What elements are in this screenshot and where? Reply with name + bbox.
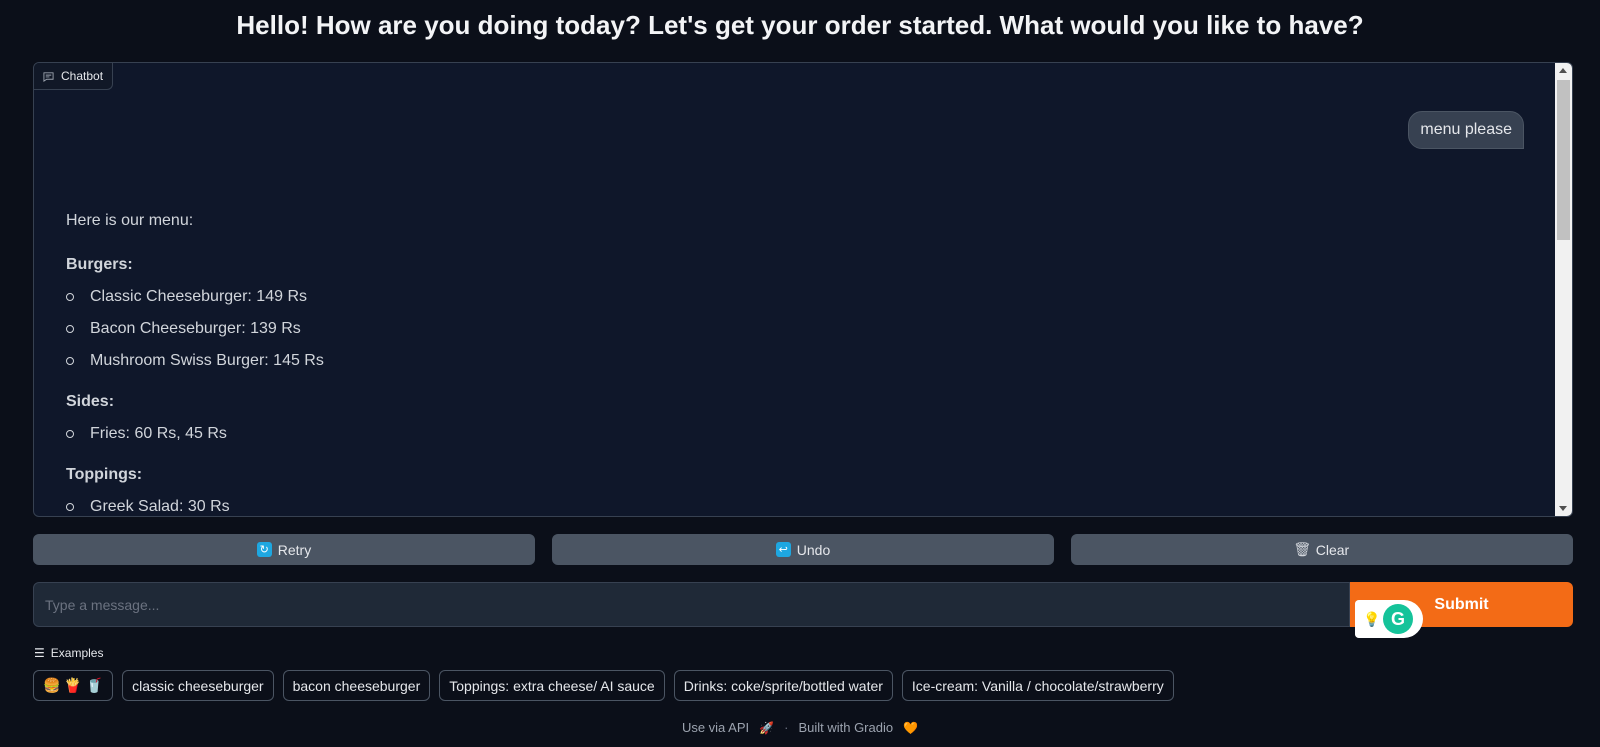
- list-item: Classic Cheeseburger: 149 Rs: [66, 287, 1466, 307]
- user-message: menu please: [1408, 111, 1524, 149]
- example-chip[interactable]: Drinks: coke/sprite/bottled water: [673, 670, 893, 701]
- grammarly-icon[interactable]: G: [1383, 604, 1413, 634]
- action-buttons: ↻ Retry ↩ Undo 🗑 Clear: [33, 534, 1573, 565]
- message-input-row: Submit: [33, 582, 1573, 627]
- toppings-list: Greek Salad: 30 Rs: [66, 497, 1466, 516]
- example-chip[interactable]: bacon cheeseburger: [282, 670, 431, 701]
- sides-list: Fries: 60 Rs, 45 Rs: [66, 424, 1466, 444]
- scrollbar-thumb[interactable]: [1557, 80, 1570, 240]
- examples-list: 🍔 🍟 🥤 classic cheeseburger bacon cheeseb…: [33, 670, 1174, 701]
- page-title: Hello! How are you doing today? Let's ge…: [236, 10, 1364, 40]
- section-title-sides: Sides:: [66, 393, 115, 410]
- chatbot-label-text: Chatbot: [61, 69, 104, 83]
- trash-icon: 🗑: [1293, 541, 1312, 557]
- scroll-up-arrow-icon[interactable]: [1559, 68, 1567, 73]
- footer-separator: ·: [784, 720, 789, 735]
- lightbulb-icon[interactable]: 💡: [1363, 612, 1380, 626]
- bot-message: Here is our menu: Burgers: Classic Chees…: [66, 211, 1466, 516]
- chatbot-panel: Chatbot menu please Here is our menu: Bu…: [33, 62, 1573, 517]
- rocket-icon: 🚀: [759, 720, 775, 735]
- retry-icon: ↻: [256, 542, 272, 557]
- scroll-down-arrow-icon[interactable]: [1559, 506, 1567, 511]
- use-api-link[interactable]: Use via API: [682, 720, 749, 735]
- section-title-toppings: Toppings:: [66, 466, 143, 483]
- list-icon: ☰: [34, 646, 45, 660]
- bot-intro: Here is our menu:: [66, 212, 194, 229]
- examples-label: Examples: [50, 646, 104, 660]
- message-input[interactable]: [33, 582, 1350, 627]
- example-chip[interactable]: Toppings: extra cheese/ AI sauce: [439, 670, 665, 701]
- section-title-burgers: Burgers:: [66, 256, 133, 273]
- undo-icon: ↩: [775, 542, 791, 557]
- example-chip[interactable]: 🍔 🍟 🥤: [33, 670, 114, 701]
- list-item: Fries: 60 Rs, 45 Rs: [66, 424, 1466, 444]
- undo-label: Undo: [796, 541, 831, 558]
- example-chip[interactable]: classic cheeseburger: [122, 670, 274, 701]
- example-chip[interactable]: Ice-cream: Vanilla / chocolate/strawberr…: [901, 670, 1174, 701]
- clear-button[interactable]: 🗑 Clear: [1071, 534, 1573, 565]
- retry-button[interactable]: ↻ Retry: [33, 534, 535, 565]
- gradio-logo-icon: 🧡: [903, 720, 919, 735]
- chat-icon: [43, 71, 54, 82]
- footer: Use via API 🚀 · Built with Gradio 🧡: [0, 720, 1600, 735]
- chat-scrollbar[interactable]: [1555, 63, 1572, 516]
- list-item: Mushroom Swiss Burger: 145 Rs: [66, 351, 1466, 371]
- examples-header: ☰ Examples: [34, 646, 103, 660]
- grammarly-widget[interactable]: 💡 G: [1355, 600, 1423, 638]
- burgers-list: Classic Cheeseburger: 149 Rs Bacon Chees…: [66, 287, 1466, 371]
- built-with-gradio-link[interactable]: Built with Gradio: [798, 720, 893, 735]
- list-item: Greek Salad: 30 Rs: [66, 497, 1466, 516]
- clear-label: Clear: [1315, 541, 1350, 558]
- retry-label: Retry: [277, 541, 312, 558]
- list-item: Bacon Cheeseburger: 139 Rs: [66, 319, 1466, 339]
- chatbot-label: Chatbot: [34, 63, 114, 90]
- undo-button[interactable]: ↩ Undo: [552, 534, 1054, 565]
